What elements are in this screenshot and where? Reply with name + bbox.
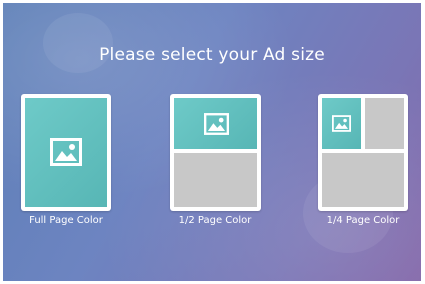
half-page-area (174, 98, 257, 149)
half-page-color-label: 1/2 Page Color (178, 215, 252, 226)
full-page-color-option[interactable] (21, 94, 111, 211)
image-icon (332, 115, 351, 132)
quarter-page-color-option[interactable] (318, 94, 408, 211)
unselected-quarter-area (365, 98, 404, 149)
image-icon (50, 138, 82, 166)
quarter-page-color-label: 1/4 Page Color (326, 215, 400, 226)
ad-size-selector-panel: Please select your Ad size Full Page Col… (3, 3, 421, 281)
full-page-area (25, 98, 107, 207)
unselected-half-area (174, 153, 257, 207)
image-icon (204, 113, 229, 135)
half-page-color-option[interactable] (170, 94, 261, 211)
unselected-half-area (322, 153, 404, 207)
page-title: Please select your Ad size (99, 45, 325, 65)
quarter-page-area (322, 98, 361, 149)
full-page-color-label: Full Page Color (29, 215, 103, 226)
